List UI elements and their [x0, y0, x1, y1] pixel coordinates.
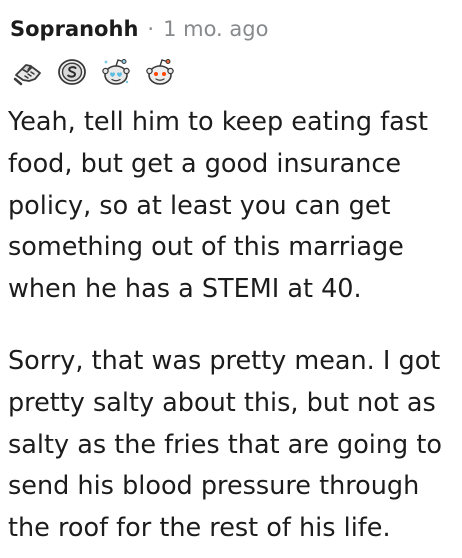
- comment-author[interactable]: Sopranohh: [10, 17, 138, 41]
- coin-award-icon[interactable]: [57, 57, 87, 87]
- handshake-award-icon[interactable]: [13, 57, 43, 87]
- snoo-heart-eyes-award-icon[interactable]: [101, 57, 131, 87]
- comment-timestamp[interactable]: 1 mo. ago: [163, 17, 268, 41]
- meta-separator: ·: [147, 17, 155, 41]
- comment-body-paragraph: Sorry, that was pretty mean. I got prett…: [8, 346, 442, 544]
- comment-body-paragraph: Yeah, tell him to keep eating fast food,…: [8, 107, 429, 305]
- comment-header: Sopranohh · 1 mo. ago: [10, 14, 268, 44]
- awards-row: [13, 56, 189, 88]
- snoo-award-icon[interactable]: [145, 57, 175, 87]
